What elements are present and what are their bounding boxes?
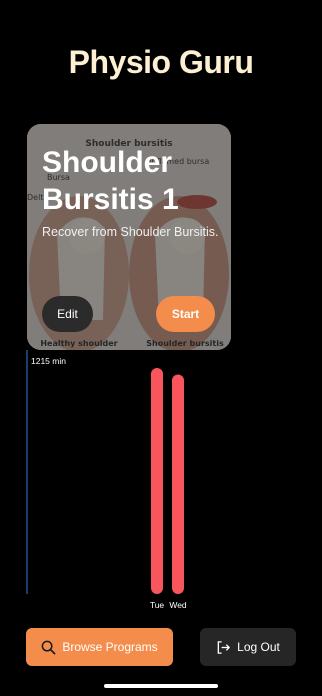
search-icon xyxy=(41,640,56,655)
log-out-label: Log Out xyxy=(237,640,280,654)
browse-programs-label: Browse Programs xyxy=(62,640,158,654)
log-out-button[interactable]: Log Out xyxy=(200,628,296,666)
chart-max-label: 1215 min xyxy=(31,356,66,366)
program-title: Shoulder Bursitis 1 xyxy=(42,146,179,216)
app-title: Physio Guru xyxy=(68,44,254,80)
start-button[interactable]: Start xyxy=(156,296,215,332)
logout-icon xyxy=(216,640,231,655)
chart-bar-wed xyxy=(172,374,184,594)
program-card[interactable]: Shoulder bursitis Bursa Inflamed bursa D… xyxy=(27,124,231,350)
chart-tick-wed: Wed xyxy=(169,600,187,610)
chart-tick-tue: Tue xyxy=(150,600,165,610)
chart-bar-tue xyxy=(151,368,163,594)
home-indicator xyxy=(104,684,218,688)
edit-button[interactable]: Edit xyxy=(42,296,93,332)
activity-chart-svg: 1215 min Tue Wed xyxy=(26,350,187,610)
program-subtitle: Recover from Shoulder Bursitis. xyxy=(42,225,219,239)
activity-chart: 1215 min Tue Wed xyxy=(0,350,322,615)
browse-programs-button[interactable]: Browse Programs xyxy=(26,628,173,666)
